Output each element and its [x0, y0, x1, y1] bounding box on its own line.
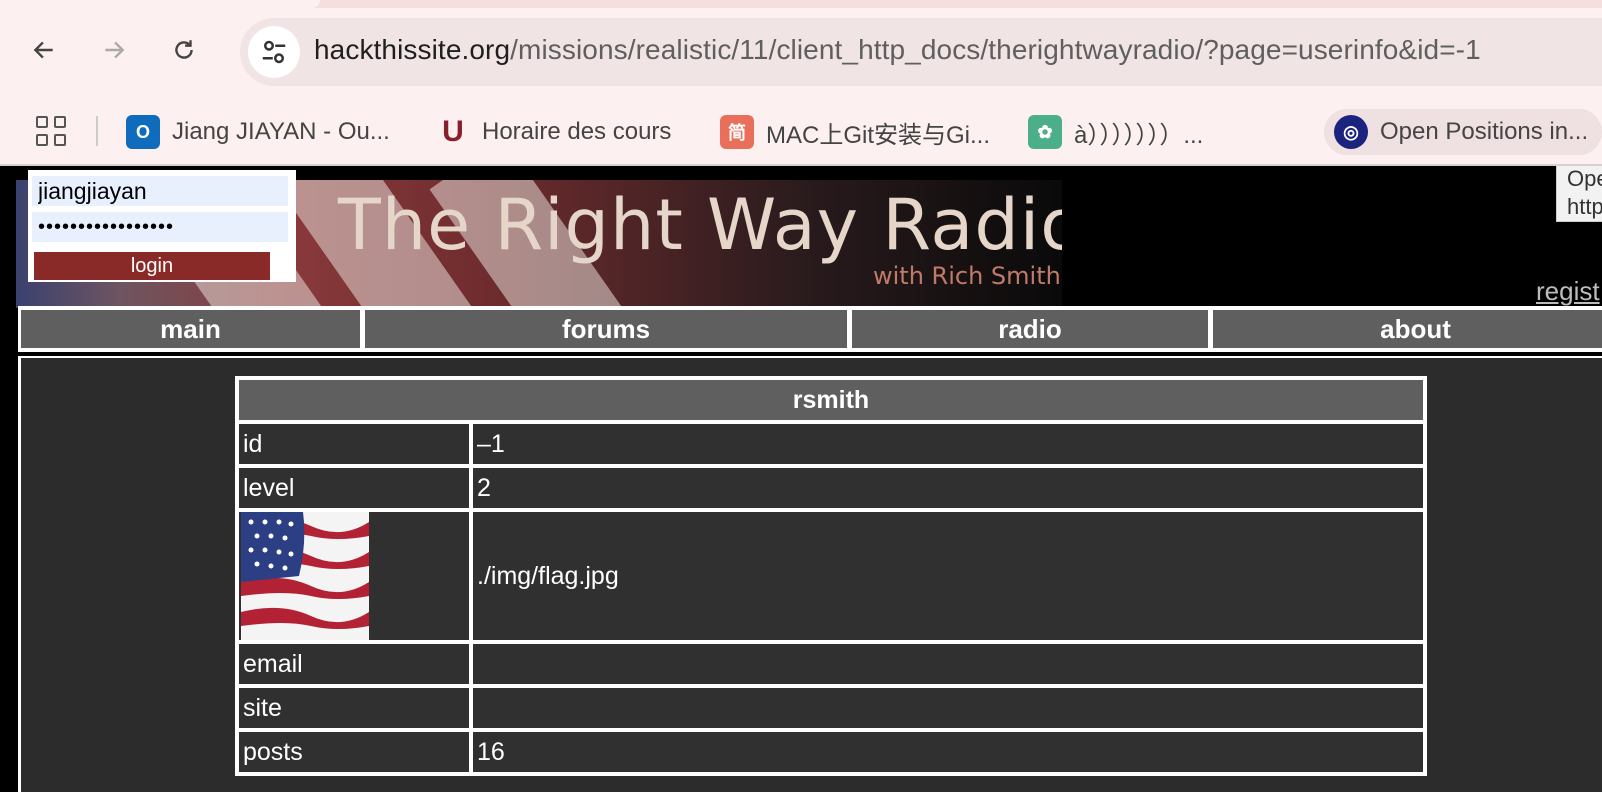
nav-main[interactable]: main — [21, 310, 360, 348]
outlook-icon: O — [126, 115, 160, 149]
nav-forums[interactable]: forums — [365, 310, 847, 348]
reload-icon — [175, 40, 193, 59]
row-key: id — [239, 424, 469, 464]
table-row: site — [239, 688, 1423, 728]
username-input[interactable] — [32, 176, 288, 206]
tune-icon — [262, 40, 286, 64]
user-name-header: rsmith — [239, 380, 1423, 420]
table-row: posts 16 — [239, 732, 1423, 772]
back-button[interactable] — [24, 30, 64, 70]
avatar — [241, 512, 369, 640]
avatar-cell — [239, 512, 469, 640]
row-value — [473, 688, 1423, 728]
jianshu-icon: 简 — [720, 115, 754, 149]
row-value — [473, 644, 1423, 684]
reload-button[interactable] — [164, 30, 204, 70]
bookmarks-bar: O Jiang JIAYAN - Ou... U Horaire des cou… — [0, 104, 1602, 158]
apps-grid-icon[interactable] — [36, 116, 68, 148]
row-key: email — [239, 644, 469, 684]
bookmark-label: à）））））））... — [1074, 121, 1204, 149]
row-key: site — [239, 688, 469, 728]
bookmark-label: MAC上Git安装与Gi... — [766, 121, 991, 149]
table-row: email — [239, 644, 1423, 684]
link-tooltip: Ope http — [1556, 166, 1602, 222]
row-value: –1 — [473, 424, 1423, 464]
main-nav: main forums radio about — [18, 306, 1602, 352]
url-path: /missions/realistic/11/client_http_docs/… — [510, 34, 1481, 65]
bookmark-git[interactable]: 简 MAC上Git安装与Gi... — [720, 112, 990, 152]
row-value: 16 — [473, 732, 1423, 772]
banner-title: The Right Way Radio — [338, 184, 1062, 266]
globe-icon: ◎ — [1334, 115, 1368, 149]
bookmarks-separator — [96, 116, 98, 146]
arrow-right-icon — [105, 41, 125, 59]
tooltip-line: http — [1567, 194, 1602, 219]
bookmark-label: Jiang JIAYAN - Ou... — [172, 118, 390, 145]
active-tab-edge[interactable] — [0, 0, 320, 8]
table-row: id –1 — [239, 424, 1423, 464]
password-input[interactable] — [32, 212, 288, 242]
bookmark-horaire[interactable]: U Horaire des cours — [436, 112, 671, 152]
content-area: rsmith id –1 level 2 ./img/flag.jpg emai… — [18, 356, 1602, 792]
bookmark-label: Open Positions in... — [1380, 118, 1589, 145]
site-info-button[interactable] — [248, 26, 300, 78]
row-key: posts — [239, 732, 469, 772]
page-viewport: The Right Way Radio with Rich Smith logi… — [0, 166, 1602, 792]
address-bar[interactable]: hackthissite.org/missions/realistic/11/c… — [240, 18, 1602, 86]
forward-button[interactable] — [94, 30, 134, 70]
login-button[interactable]: login — [34, 252, 270, 280]
user-info-table: rsmith id –1 level 2 ./img/flag.jpg emai… — [235, 376, 1427, 776]
login-form: login — [28, 170, 296, 282]
nav-about[interactable]: about — [1213, 310, 1602, 348]
arrow-left-icon — [33, 41, 53, 59]
row-value: ./img/flag.jpg — [473, 512, 1423, 640]
tab-strip — [0, 0, 1602, 8]
us-flag-image — [241, 512, 369, 640]
tooltip-line: Ope — [1567, 166, 1602, 191]
bookmark-label: Horaire des cours — [482, 118, 672, 145]
bookmark-outlook[interactable]: O Jiang JIAYAN - Ou... — [126, 112, 390, 152]
table-row: ./img/flag.jpg — [239, 512, 1423, 640]
url-host: hackthissite.org — [314, 34, 511, 65]
university-logo-icon: U — [442, 115, 464, 148]
table-row: level 2 — [239, 468, 1423, 508]
bookmark-open-positions[interactable]: ◎ Open Positions in... — [1324, 109, 1602, 155]
browser-chrome: hackthissite.org/missions/realistic/11/c… — [0, 0, 1602, 166]
row-value: 2 — [473, 468, 1423, 508]
bookmark-paw[interactable]: ✿ à）））））））... — [1028, 112, 1203, 152]
url-text[interactable]: hackthissite.org/missions/realistic/11/c… — [314, 34, 1481, 66]
register-link[interactable]: regist — [1536, 276, 1600, 307]
banner-subtitle: with Rich Smith — [873, 262, 1061, 290]
paw-icon: ✿ — [1028, 115, 1062, 149]
row-key: level — [239, 468, 469, 508]
nav-radio[interactable]: radio — [852, 310, 1208, 348]
